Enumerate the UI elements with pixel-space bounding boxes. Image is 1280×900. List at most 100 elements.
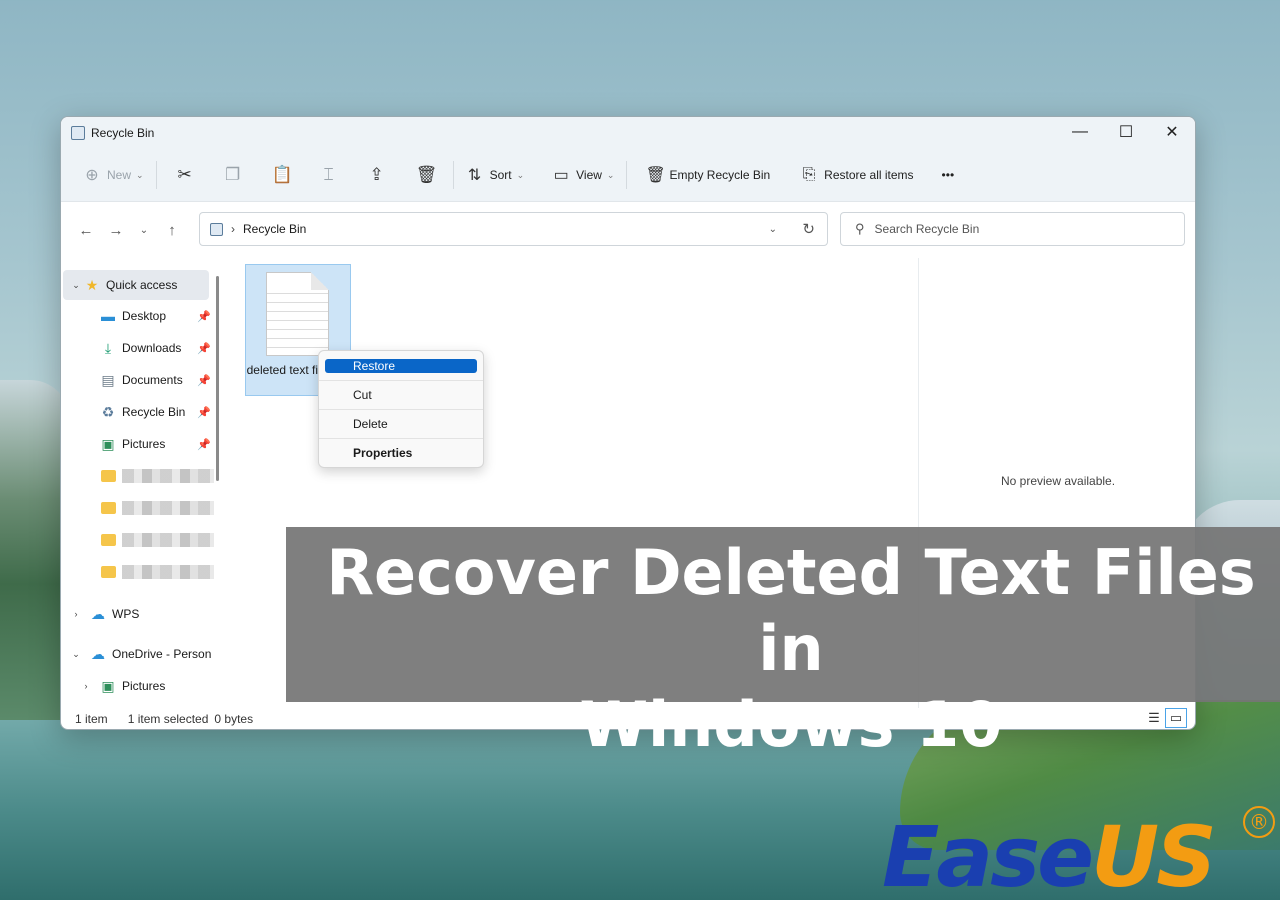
delete-button[interactable]: 🗑 [401,157,449,193]
sidebar-item-downloads[interactable]: ⤓ Downloads 📌 [99,333,211,363]
chevron-down-icon[interactable]: ⌄ [131,225,157,236]
divider [319,438,483,439]
pin-icon: 📌 [197,406,211,419]
pin-icon: 📌 [197,438,211,451]
restore-all-button[interactable]: ⎘ Restore all items [792,157,921,193]
context-menu: Restore Cut Delete Properties [318,350,484,468]
selected-count: 1 item selected [127,712,209,726]
share-button[interactable]: ⇪ [353,157,401,193]
view-button[interactable]: ▭ View ⌄ [544,157,622,193]
recycle-bin-icon [71,126,85,140]
trash-icon: 🗑 [415,165,438,184]
selected-size: 0 bytes [214,712,254,726]
pictures-icon: ▣ [101,435,115,452]
menu-item-properties[interactable]: Properties [325,445,477,461]
sidebar-item-quick-access[interactable]: ⌄ ★ Quick access [63,270,209,300]
sidebar-item-recycle-bin[interactable]: ♻ Recycle Bin 📌 [99,397,211,427]
chevron-right-icon: › [231,222,235,236]
sidebar-item-desktop[interactable]: ▬ Desktop 📌 [99,301,211,331]
divider [626,161,628,189]
restore-icon: ⎘ [802,166,816,183]
forward-arrow-icon[interactable]: → [101,222,131,239]
pin-icon: 📌 [197,342,211,355]
cut-button[interactable]: ✂ [161,157,209,193]
chevron-right-icon[interactable]: › [79,681,93,691]
menu-item-cut[interactable]: Cut [325,387,477,403]
sidebar-item-folder-redacted[interactable] [99,461,214,491]
plus-circle-icon: ⊕ [85,167,99,184]
rename-icon: ⌶ [323,165,334,184]
scissors-icon: ✂ [177,165,192,184]
chevron-down-icon[interactable]: ⌄ [69,280,83,291]
new-button[interactable]: ⊕ New ⌄ [75,157,152,193]
menu-item-delete[interactable]: Delete [325,416,477,432]
title-bar: Recycle Bin [61,117,1195,149]
pin-icon: 📌 [197,374,211,387]
back-arrow-icon[interactable]: ← [71,222,101,239]
menu-item-restore[interactable]: Restore [325,359,477,373]
sidebar-item-onedrive[interactable]: ⌄ ☁ OneDrive - Person [69,639,221,669]
chevron-right-icon[interactable]: › [69,609,83,619]
chevron-down-icon: ⌄ [516,169,525,180]
pin-icon: 📌 [197,310,211,323]
redacted-label [122,501,214,515]
empty-recycle-bin-button[interactable]: 🗑 Empty Recycle Bin [637,157,778,193]
recycle-bin-icon [210,222,223,236]
close-button[interactable]: ✕ [1149,117,1195,147]
item-count: 1 item [75,712,108,726]
banner-title: Recover Deleted Text Files in Windows 10 [286,535,1280,763]
chevron-down-icon: ⌄ [136,169,144,180]
sidebar-scrollbar[interactable] [216,276,219,481]
sort-icon: ⇅ [467,167,482,184]
document-icon: ▤ [101,371,115,388]
pictures-icon: ▣ [101,677,115,694]
redacted-label [122,469,214,483]
search-icon: ⚲ [855,221,865,236]
recycle-bin-icon: ♻ [101,403,115,420]
title-banner: Recover Deleted Text Files in Windows 10 [286,527,1280,761]
sidebar-item-documents[interactable]: ▤ Documents 📌 [99,365,211,395]
more-options-button[interactable]: ••• [934,157,963,193]
paste-button[interactable]: 📋 [257,157,305,193]
banner-line-1: Recover Deleted Text Files in [326,536,1256,685]
address-path: Recycle Bin [243,222,307,236]
chevron-down-icon[interactable]: ⌄ [69,649,83,660]
window-controls: — ☐ ✕ [1057,117,1195,147]
sidebar-item-wps[interactable]: › ☁ WPS [69,599,209,629]
maximize-button[interactable]: ☐ [1103,117,1149,147]
sidebar-item-pictures[interactable]: ▣ Pictures 📌 [99,429,211,459]
navigation-pane: ⌄ ★ Quick access ▬ Desktop 📌 ⤓ Downloads… [61,258,221,708]
divider [319,409,483,410]
preview-text: No preview available. [1001,474,1116,488]
copy-button[interactable]: ❐ [209,157,257,193]
folder-icon [99,532,117,548]
refresh-icon[interactable]: ↻ [802,220,815,238]
sidebar-item-folder-redacted[interactable] [99,525,214,555]
chevron-down-icon: ⌄ [606,169,615,180]
divider [319,380,483,381]
minimize-button[interactable]: — [1057,117,1103,147]
sort-button[interactable]: ⇅ Sort ⌄ [458,157,533,193]
monitor-icon: ▭ [553,167,569,184]
chevron-down-icon[interactable]: ⌄ [769,224,777,235]
cloud-icon: ☁ [91,605,105,622]
rename-button[interactable]: ⌶ [305,157,353,193]
sidebar-item-folder-redacted[interactable] [99,557,214,587]
star-icon: ★ [85,276,99,293]
copy-icon: ❐ [224,165,241,184]
sidebar-item-folder-redacted[interactable] [99,493,214,523]
divider [155,161,157,189]
divider [452,161,454,189]
banner-line-2: Windows 10 [579,688,1003,761]
search-placeholder: Search Recycle Bin [874,222,980,236]
clipboard-icon: 📋 [271,165,293,184]
download-icon: ⤓ [104,339,112,356]
folder-icon [99,468,117,484]
share-icon: ⇪ [369,165,384,184]
address-bar[interactable]: › Recycle Bin ⌄ ↻ [199,212,828,246]
search-input[interactable]: ⚲ Search Recycle Bin [840,212,1185,246]
folder-icon [99,564,117,580]
up-arrow-icon[interactable]: ↑ [157,222,187,239]
command-bar: ⊕ New ⌄ ✂ ❐ 📋 ⌶ ⇪ 🗑 ⇅ Sort ⌄ ▭ View ⌄ 🗑 … [61,149,1195,202]
sidebar-item-onedrive-pictures[interactable]: › ▣ Pictures [79,671,209,701]
